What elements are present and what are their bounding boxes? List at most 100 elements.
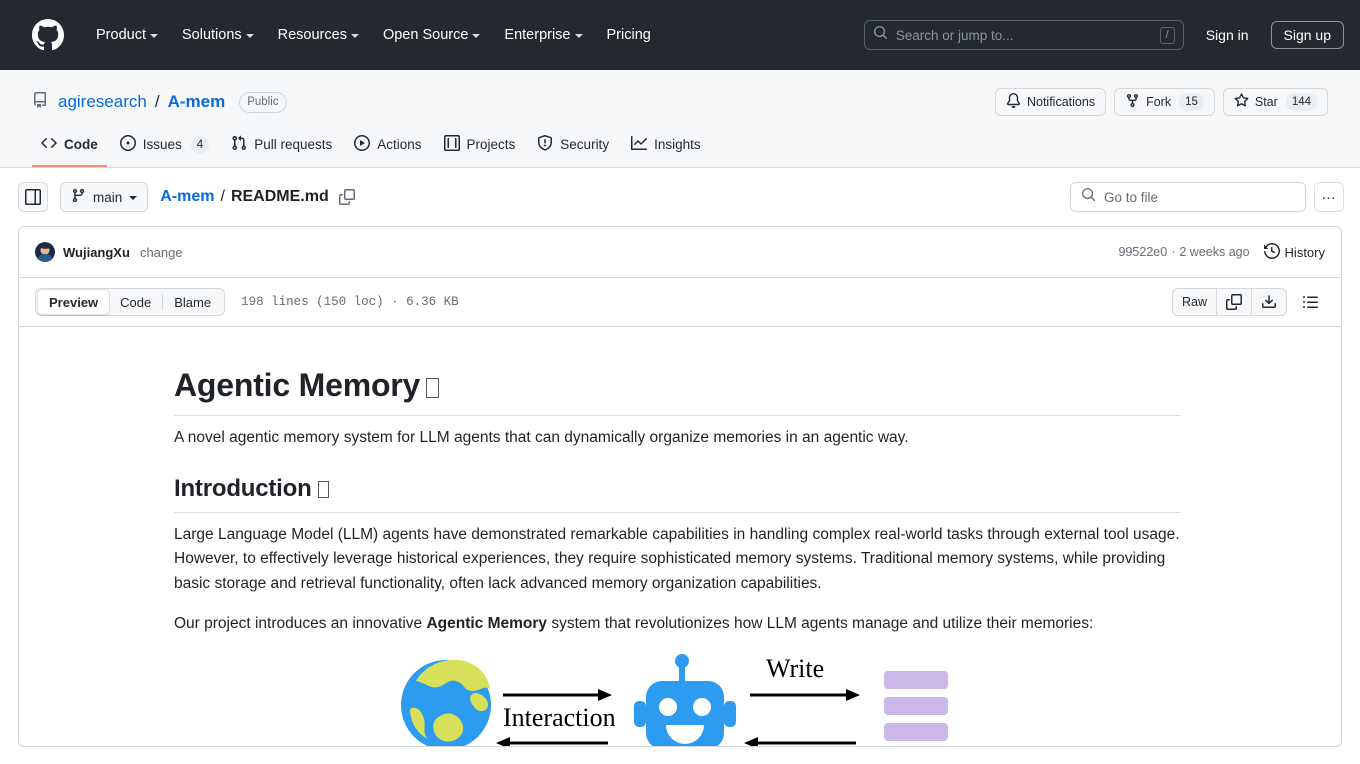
search-placeholder: Search or jump to...	[895, 27, 1014, 43]
commit-message[interactable]: change	[140, 245, 183, 260]
memory-blocks	[883, 670, 948, 741]
breadcrumb-current-file: README.md	[230, 188, 329, 205]
repo-owner-link[interactable]: agiresearch	[58, 92, 147, 112]
nav-item-open-source[interactable]: Open Source	[371, 19, 492, 51]
tab-issues[interactable]: Issues 4	[111, 128, 218, 167]
issue-opened-icon	[119, 135, 136, 154]
commit-separator: ·	[1171, 245, 1176, 259]
readme-title-text: Agentic Memory	[174, 367, 421, 403]
go-to-file-input[interactable]: Go to file	[1070, 182, 1306, 212]
history-link[interactable]: History	[1263, 242, 1325, 262]
history-icon	[1263, 242, 1280, 262]
paragraph-2-bold: Agentic Memory	[426, 615, 548, 632]
search-shortcut-key: /	[1159, 26, 1175, 44]
table-icon	[443, 135, 460, 154]
tab-issues-count: 4	[190, 135, 210, 154]
notifications-button[interactable]: Notifications	[994, 88, 1107, 116]
tab-preview[interactable]: Preview	[37, 289, 111, 315]
repository-breadcrumb: agiresearch / A-mem Public	[32, 91, 287, 113]
readme-paragraph-2: Our project introduces an innovative Age…	[174, 612, 1181, 637]
outline-list-icon[interactable]	[1295, 287, 1325, 317]
search-icon	[1081, 187, 1096, 207]
sign-up-button[interactable]: Sign up	[1270, 21, 1344, 49]
file-navigation-bar: main A-mem / README.md Go to file …	[0, 168, 1360, 226]
tab-security-label: Security	[560, 137, 610, 152]
repo-visibility-badge: Public	[239, 91, 287, 113]
star-button[interactable]: Star 144	[1222, 88, 1328, 116]
nav-item-solutions-label: Solutions	[181, 27, 242, 43]
section-heading-text: Introduction	[174, 474, 312, 502]
repository-actions: Notifications Fork 15 Star 144	[994, 88, 1328, 116]
branch-selector[interactable]: main	[60, 182, 149, 212]
shield-icon	[537, 135, 553, 154]
tab-code-view[interactable]: Code	[109, 290, 162, 314]
search-input[interactable]: Search or jump to... /	[863, 20, 1184, 50]
fork-icon	[1125, 93, 1140, 111]
tab-actions[interactable]: Actions	[345, 128, 430, 167]
nav-item-solutions[interactable]: Solutions	[170, 19, 266, 51]
tab-actions-label: Actions	[377, 137, 422, 152]
commit-meta-group: 99522e0 · 2 weeks ago History	[1119, 242, 1325, 262]
star-count: 144	[1285, 93, 1317, 111]
raw-button[interactable]: Raw	[1173, 289, 1217, 315]
readme-markdown-body: Agentic Memory A novel agentic memory sy…	[19, 327, 1341, 746]
tab-projects[interactable]: Projects	[435, 128, 525, 167]
tab-blame[interactable]: Blame	[163, 290, 222, 314]
play-icon	[354, 135, 371, 154]
readme-tagline: A novel agentic memory system for LLM ag…	[174, 429, 909, 446]
commit-sha[interactable]: 99522e0	[1119, 245, 1168, 259]
globe-icon	[400, 659, 491, 746]
nav-item-resources[interactable]: Resources	[266, 19, 371, 51]
file-breadcrumb: A-mem / README.md	[160, 188, 355, 206]
copy-icon[interactable]	[1217, 289, 1252, 315]
file-toolbar-actions: Raw	[1171, 287, 1325, 317]
nav-item-pricing[interactable]: Pricing	[595, 19, 663, 51]
readme-paragraph-1: Large Language Model (LLM) agents have d…	[174, 525, 1180, 592]
tab-pull-requests-label: Pull requests	[254, 137, 333, 152]
tab-pull-requests[interactable]: Pull requests	[222, 128, 341, 167]
download-icon[interactable]	[1252, 289, 1286, 315]
breadcrumb-separator: /	[220, 188, 225, 205]
readme-content-panel: Agentic Memory A novel agentic memory sy…	[18, 327, 1342, 747]
file-metadata: 198 lines (150 loc) · 6.36 KB	[241, 295, 459, 309]
tab-security[interactable]: Security	[528, 128, 618, 167]
github-mark-icon[interactable]	[32, 19, 64, 51]
repository-title-row: agiresearch / A-mem Public Notifications…	[32, 86, 1328, 118]
tab-insights[interactable]: Insights	[622, 128, 710, 167]
go-to-file-placeholder: Go to file	[1104, 189, 1159, 205]
fork-button[interactable]: Fork 15	[1114, 88, 1215, 116]
git-pull-request-icon	[231, 135, 247, 154]
more-options-button[interactable]: …	[1314, 182, 1344, 212]
tab-projects-label: Projects	[466, 137, 516, 152]
arrow-head-right	[597, 688, 612, 701]
nav-item-product[interactable]: Product	[84, 19, 170, 51]
side-panel-icon[interactable]	[18, 182, 48, 212]
sign-in-button[interactable]: Sign in	[1196, 22, 1259, 48]
readme-title: Agentic Memory	[174, 367, 1181, 416]
file-actions-group: Raw	[1171, 288, 1287, 316]
file-navigation-right: Go to file …	[1070, 182, 1344, 212]
title-emoji-placeholder	[426, 378, 440, 398]
arrow-head-left	[495, 736, 510, 746]
nav-item-enterprise[interactable]: Enterprise	[492, 19, 594, 51]
repo-name-link[interactable]: A-mem	[168, 92, 226, 112]
latest-commit-bar: WujiangXu change 99522e0 · 2 weeks ago H…	[18, 226, 1342, 278]
paragraph-2-after: system that revolutionizes how LLM agent…	[547, 615, 1094, 632]
chevron-down-icon	[129, 196, 138, 200]
arrow-head-left	[743, 736, 758, 746]
search-icon	[873, 25, 888, 45]
tab-code[interactable]: Code	[32, 128, 107, 167]
commit-author[interactable]: WujiangXu	[63, 245, 130, 260]
arrow-head-right	[845, 688, 860, 701]
copy-path-icon[interactable]	[338, 189, 355, 205]
star-label: Star	[1254, 95, 1278, 109]
avatar[interactable]	[35, 242, 55, 262]
global-nav: Product Solutions Resources Open Source …	[84, 19, 663, 51]
breadcrumb-root-link[interactable]: A-mem	[160, 188, 214, 206]
graph-icon	[631, 135, 648, 154]
file-view-switcher: Preview Code Blame	[35, 288, 226, 316]
chevron-down-icon	[245, 34, 254, 38]
chevron-down-icon	[350, 34, 359, 38]
repo-icon	[32, 91, 48, 113]
repo-separator: /	[154, 92, 160, 111]
